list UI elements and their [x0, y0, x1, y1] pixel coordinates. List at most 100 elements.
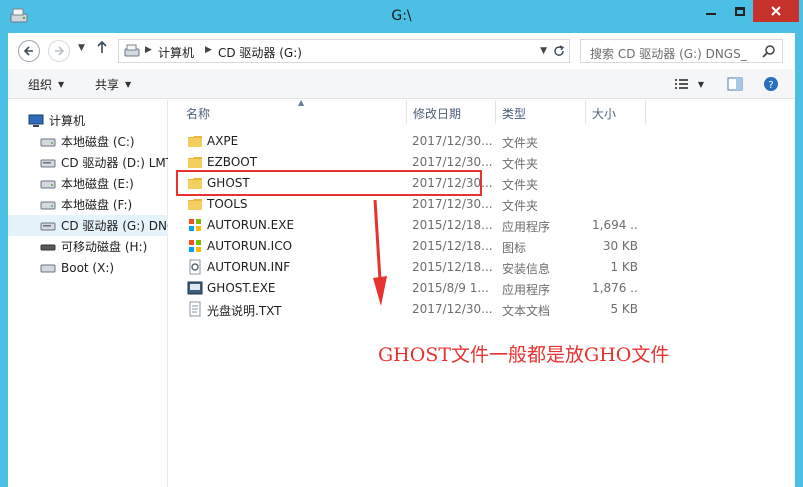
ghost-exe-icon: [187, 281, 203, 295]
sidebar-item-label: Boot (X:): [61, 260, 115, 275]
svg-text:?: ?: [768, 80, 773, 91]
arrow-up-icon: [97, 40, 107, 53]
file-type: 文件夹: [502, 178, 539, 192]
sidebar-item-h-drive[interactable]: 可移动磁盘 (H:): [8, 236, 168, 257]
exe-icon: [189, 219, 201, 231]
cd-drive-icon: [124, 44, 140, 57]
file-size: 30 KB: [602, 239, 638, 253]
computer-icon: [28, 114, 44, 128]
column-header-size[interactable]: 大小: [586, 100, 646, 124]
column-type-label: 类型: [502, 107, 527, 121]
sidebar-item-g-drive[interactable]: CD 驱动器 (G:) DNG: [8, 215, 168, 236]
sidebar-item-label: 本地磁盘 (E:): [61, 177, 134, 191]
view-options-button[interactable]: ▼: [669, 74, 709, 94]
table-row[interactable]: AXPE 2017/12/30... 文件夹: [169, 131, 795, 152]
title-bar[interactable]: G:\: [0, 0, 803, 33]
tree-item-computer[interactable]: 计算机: [8, 110, 168, 131]
minimize-button[interactable]: [696, 0, 725, 22]
file-name: EZBOOT: [207, 155, 258, 169]
column-name-label: 名称: [186, 107, 211, 121]
table-row[interactable]: TOOLS 2017/12/30... 文件夹: [169, 194, 795, 215]
caret-down-icon: ▼: [697, 79, 705, 89]
file-date: 2017/12/30...: [412, 134, 493, 148]
ghost-folder-highlight: [176, 170, 482, 196]
breadcrumb-computer[interactable]: 计算机: [158, 44, 194, 61]
sidebar-item-e-drive[interactable]: 本地磁盘 (E:): [8, 173, 168, 194]
search-box[interactable]: 搜索 CD 驱动器 (G:) DNGS_: [580, 39, 783, 63]
column-date-label: 修改日期: [413, 107, 462, 121]
file-date: 2015/12/18...: [412, 239, 493, 253]
file-size: 1,694 ...: [592, 218, 638, 232]
minimize-icon: [705, 13, 716, 15]
search-input[interactable]: 搜索 CD 驱动器 (G:) DNGS_: [590, 45, 768, 62]
file-date: 2017/12/30...: [412, 302, 493, 316]
table-row[interactable]: GHOST.EXE 2015/8/9 1... 应用程序 1,876 ...: [169, 278, 795, 299]
file-type: 应用程序: [502, 220, 551, 234]
annotation-text: GHOST文件一般都是放GHO文件: [378, 344, 670, 366]
file-type: 文件夹: [502, 199, 539, 213]
chevron-down-icon[interactable]: ▼: [540, 46, 547, 56]
forward-button[interactable]: [48, 40, 70, 62]
help-button[interactable]: ?: [760, 74, 782, 94]
maximize-icon: [734, 6, 745, 16]
removable-drive-icon: [40, 241, 56, 253]
sidebar-item-f-drive[interactable]: 本地磁盘 (F:): [8, 194, 168, 215]
organize-menu[interactable]: 组织 ▼: [28, 76, 64, 93]
sidebar-item-label: CD 驱动器 (G:) DNG: [61, 219, 168, 233]
sidebar-item-d-drive[interactable]: CD 驱动器 (D:) LMT: [8, 152, 168, 173]
window-title: G:\: [391, 8, 412, 24]
recent-locations-dropdown[interactable]: ▼: [78, 43, 85, 53]
hard-drive-icon: [40, 178, 56, 190]
refresh-button[interactable]: [548, 39, 570, 63]
folder-icon: [188, 157, 202, 168]
close-icon: [771, 6, 781, 16]
red-arrow-icon: [373, 200, 387, 306]
preview-pane-icon: [727, 77, 743, 91]
explorer-content: ▼ ▶ 计算机 ▶ CD 驱动器 (G:) ▼ 搜索 CD 驱动器 (G:) D…: [8, 33, 795, 487]
column-header-type[interactable]: 类型: [496, 100, 586, 124]
explorer-window: G:\ ▼ ▶ 计算机 ▶ CD 驱动器 (G:) ▼ 搜索 CD 驱动器 (G…: [0, 0, 803, 487]
file-date: 2015/12/18...: [412, 218, 493, 232]
arrow-right-icon: [55, 46, 65, 56]
command-bar: 组织 ▼ 共享 ▼ ▼ ?: [8, 69, 795, 99]
preview-pane-button[interactable]: [724, 74, 746, 94]
table-row[interactable]: 光盘说明.TXT 2017/12/30... 文本文档 5 KB: [169, 299, 795, 320]
table-row[interactable]: AUTORUN.ICO 2015/12/18... 图标 30 KB: [169, 236, 795, 257]
file-date: 2015/12/18...: [412, 260, 493, 274]
up-button[interactable]: [96, 40, 108, 58]
details-view-icon: [674, 79, 688, 89]
hard-drive-icon: [40, 136, 56, 148]
file-date: 2015/8/9 1...: [412, 281, 489, 295]
file-type: 安装信息: [502, 262, 551, 276]
help-icon: ?: [764, 77, 778, 91]
close-button[interactable]: [753, 0, 799, 22]
file-type: 图标: [502, 241, 527, 255]
file-size: 1 KB: [610, 260, 638, 274]
address-bar[interactable]: ▶ 计算机 ▶ CD 驱动器 (G:) ▼: [118, 39, 570, 63]
refresh-icon: [553, 45, 564, 56]
column-header-date[interactable]: 修改日期: [407, 100, 496, 124]
column-header-name[interactable]: ▲ 名称: [180, 98, 407, 124]
inf-file-icon: [189, 259, 201, 275]
hard-drive-icon: [40, 199, 56, 211]
tree-label-computer: 计算机: [49, 114, 86, 128]
sidebar-item-c-drive[interactable]: 本地磁盘 (C:): [8, 131, 168, 152]
breadcrumb-cd-drive[interactable]: CD 驱动器 (G:): [218, 44, 302, 61]
table-row[interactable]: AUTORUN.INF 2015/12/18... 安装信息 1 KB: [169, 257, 795, 278]
file-type: 应用程序: [502, 283, 551, 297]
table-row[interactable]: AUTORUN.EXE 2015/12/18... 应用程序 1,694 ...: [169, 215, 795, 236]
breadcrumb-separator-icon: ▶: [205, 45, 212, 55]
share-menu[interactable]: 共享 ▼: [95, 76, 131, 93]
file-date: 2017/12/30...: [412, 197, 493, 211]
breadcrumb-separator-icon: ▶: [145, 45, 152, 55]
file-type: 文件夹: [502, 157, 539, 171]
caret-down-icon: ▼: [58, 80, 65, 89]
file-size: 1,876 ...: [592, 281, 638, 295]
cd-drive-icon: [40, 220, 56, 232]
back-button[interactable]: [18, 40, 40, 62]
sidebar-item-label: 可移动磁盘 (H:): [61, 240, 148, 254]
maximize-button[interactable]: [726, 0, 753, 22]
sidebar-item-x-drive[interactable]: Boot (X:): [8, 257, 168, 278]
arrow-left-icon: [23, 46, 33, 56]
folder-icon: [188, 136, 202, 147]
